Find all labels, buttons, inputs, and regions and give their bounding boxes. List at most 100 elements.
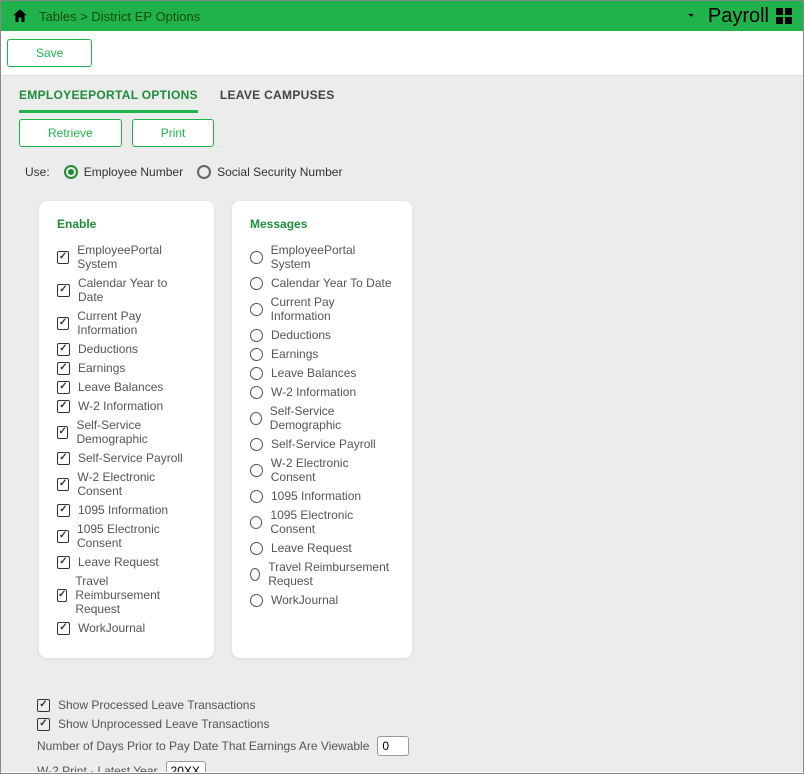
- enable-item[interactable]: Self-Service Demographic: [57, 418, 196, 446]
- messages-item[interactable]: 1095 Electronic Consent: [250, 508, 394, 536]
- enable-item[interactable]: EmployeePortal System: [57, 243, 196, 271]
- days-prior-input[interactable]: [377, 736, 409, 756]
- enable-item[interactable]: WorkJournal: [57, 621, 196, 635]
- radio-icon[interactable]: [250, 367, 263, 380]
- tabs: EMPLOYEEPORTAL OPTIONS LEAVE CAMPUSES: [19, 76, 785, 113]
- enable-item[interactable]: 1095 Electronic Consent: [57, 522, 196, 550]
- messages-item[interactable]: Current Pay Information: [250, 295, 394, 323]
- radio-ssn[interactable]: Social Security Number: [197, 165, 342, 179]
- enable-item-label: Travel Reimbursement Request: [75, 574, 196, 616]
- tab-employeeportal-options[interactable]: EMPLOYEEPORTAL OPTIONS: [19, 88, 198, 113]
- enable-item-label: Earnings: [78, 361, 125, 375]
- w2-print-input[interactable]: [166, 761, 206, 772]
- messages-item-label: Travel Reimbursement Request: [268, 560, 394, 588]
- apps-grid-icon[interactable]: [775, 7, 793, 25]
- enable-item[interactable]: Deductions: [57, 342, 196, 356]
- messages-item-label: 1095 Information: [271, 489, 361, 503]
- home-icon[interactable]: [11, 7, 29, 25]
- radio-icon[interactable]: [250, 303, 263, 316]
- enable-item-label: 1095 Electronic Consent: [77, 522, 196, 550]
- messages-item[interactable]: WorkJournal: [250, 593, 394, 607]
- radio-icon[interactable]: [250, 568, 260, 581]
- panels-row: Enable EmployeePortal System Calendar Yea…: [39, 201, 785, 658]
- tab-leave-campuses[interactable]: LEAVE CAMPUSES: [220, 88, 335, 113]
- messages-item[interactable]: Calendar Year To Date: [250, 276, 394, 290]
- messages-item-label: Calendar Year To Date: [271, 276, 392, 290]
- enable-item[interactable]: 1095 Information: [57, 503, 196, 517]
- messages-item[interactable]: 1095 Information: [250, 489, 394, 503]
- radio-icon[interactable]: [250, 594, 263, 607]
- messages-panel: Messages EmployeePortal SystemCalendar Y…: [232, 201, 412, 658]
- checkbox-icon[interactable]: [37, 718, 50, 731]
- radio-icon[interactable]: [250, 348, 263, 361]
- w2-print-row: W-2 Print - Latest Year: [37, 761, 785, 772]
- enable-item[interactable]: Leave Request: [57, 555, 196, 569]
- enable-item[interactable]: W-2 Electronic Consent: [57, 470, 196, 498]
- radio-icon: [197, 165, 211, 179]
- checkbox-icon[interactable]: [57, 589, 67, 602]
- enable-item-label: Self-Service Demographic: [76, 418, 196, 446]
- messages-item-label: Leave Request: [271, 541, 352, 555]
- radio-icon[interactable]: [250, 542, 263, 555]
- show-processed-row[interactable]: Show Processed Leave Transactions: [37, 698, 785, 712]
- messages-item[interactable]: Travel Reimbursement Request: [250, 560, 394, 588]
- checkbox-icon[interactable]: [57, 284, 70, 297]
- radio-icon[interactable]: [250, 438, 263, 451]
- checkbox-icon[interactable]: [57, 556, 70, 569]
- radio-icon[interactable]: [250, 464, 263, 477]
- use-row: Use: Employee Number Social Security Num…: [25, 165, 785, 179]
- checkbox-icon[interactable]: [57, 530, 69, 543]
- messages-item[interactable]: Self-Service Demographic: [250, 404, 394, 432]
- radio-icon[interactable]: [250, 277, 263, 290]
- chevron-down-icon[interactable]: [684, 8, 698, 25]
- messages-item[interactable]: Earnings: [250, 347, 394, 361]
- checkbox-icon[interactable]: [57, 426, 68, 439]
- enable-item-label: W-2 Electronic Consent: [77, 470, 196, 498]
- enable-item[interactable]: Self-Service Payroll: [57, 451, 196, 465]
- top-bar: Tables > District EP Options Payroll: [1, 1, 803, 31]
- radio-icon[interactable]: [250, 516, 262, 529]
- radio-icon[interactable]: [250, 329, 263, 342]
- enable-item[interactable]: W-2 Information: [57, 399, 196, 413]
- messages-item-label: Earnings: [271, 347, 318, 361]
- checkbox-icon[interactable]: [57, 251, 69, 264]
- radio-icon[interactable]: [250, 251, 263, 264]
- checkbox-icon[interactable]: [37, 699, 50, 712]
- toolbar: Save: [1, 31, 803, 76]
- retrieve-button[interactable]: Retrieve: [19, 119, 122, 147]
- enable-item[interactable]: Leave Balances: [57, 380, 196, 394]
- radio-icon[interactable]: [250, 490, 263, 503]
- messages-item-label: Leave Balances: [271, 366, 356, 380]
- checkbox-icon[interactable]: [57, 452, 70, 465]
- radio-icon[interactable]: [250, 412, 262, 425]
- checkbox-icon[interactable]: [57, 381, 70, 394]
- checkbox-icon[interactable]: [57, 317, 69, 330]
- show-unprocessed-row[interactable]: Show Unprocessed Leave Transactions: [37, 717, 785, 731]
- print-button[interactable]: Print: [132, 119, 215, 147]
- enable-panel: Enable EmployeePortal System Calendar Yea…: [39, 201, 214, 658]
- enable-title: Enable: [57, 217, 196, 231]
- messages-item[interactable]: Deductions: [250, 328, 394, 342]
- messages-item[interactable]: W-2 Electronic Consent: [250, 456, 394, 484]
- enable-item[interactable]: Current Pay Information: [57, 309, 196, 337]
- messages-item[interactable]: Leave Request: [250, 541, 394, 555]
- messages-item[interactable]: Self-Service Payroll: [250, 437, 394, 451]
- messages-item[interactable]: Leave Balances: [250, 366, 394, 380]
- messages-item[interactable]: EmployeePortal System: [250, 243, 394, 271]
- enable-item[interactable]: Earnings: [57, 361, 196, 375]
- radio-label: Employee Number: [84, 165, 183, 179]
- checkbox-icon[interactable]: [57, 343, 70, 356]
- enable-item[interactable]: Calendar Year to Date: [57, 276, 196, 304]
- checkbox-icon[interactable]: [57, 622, 70, 635]
- messages-item[interactable]: W-2 Information: [250, 385, 394, 399]
- checkbox-icon[interactable]: [57, 504, 70, 517]
- radio-employee-number[interactable]: Employee Number: [64, 165, 183, 179]
- checkbox-icon[interactable]: [57, 400, 70, 413]
- checkbox-icon[interactable]: [57, 362, 70, 375]
- save-button[interactable]: Save: [7, 39, 92, 67]
- messages-item-label: 1095 Electronic Consent: [270, 508, 394, 536]
- enable-item-label: Calendar Year to Date: [78, 276, 196, 304]
- enable-item[interactable]: Travel Reimbursement Request: [57, 574, 196, 616]
- checkbox-icon[interactable]: [57, 478, 69, 491]
- radio-icon[interactable]: [250, 386, 263, 399]
